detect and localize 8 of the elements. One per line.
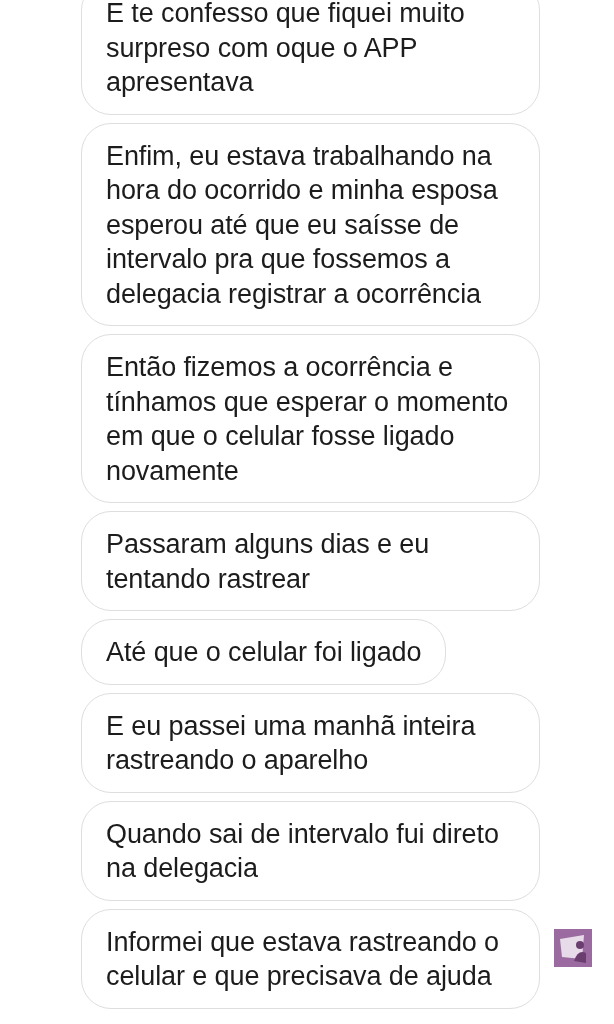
message-bubble: Até que o celular foi ligado <box>81 619 447 685</box>
message-bubble: Passaram alguns dias e eu tentando rastrear <box>81 511 540 611</box>
message-bubble: E eu passei uma manhã inteira rastreando o aparelho <box>81 692 540 793</box>
message-bubble: E te confesso que fiquei muito surpreso com oque o APP apresentava <box>81 0 540 115</box>
message-bubble: Enfim, eu estava trabalhando na hora do ocorrido e minha esposa esperou até que eu saísse de intervalo pra que fossemos a delegacia registrar a ocorrência <box>81 122 540 326</box>
message-bubble: Quando sai de intervalo fui direto na delegacia <box>81 800 540 901</box>
message-bubble: Então fizemos a ocorrência e tínhamos que esperar o momento em que o celular fosse ligado novamente <box>81 334 540 503</box>
message-bubble: Informei que estava rastreando o celular e que precisava de ajuda <box>81 908 540 1009</box>
